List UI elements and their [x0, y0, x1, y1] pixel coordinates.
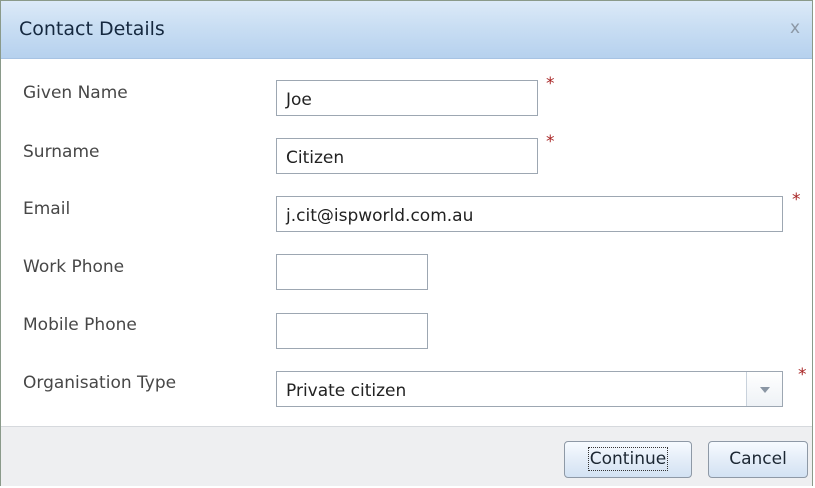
organisation-type-select[interactable]: Private citizen — [276, 371, 783, 407]
email-label: Email — [23, 199, 71, 219]
given-name-required-marker: * — [546, 74, 555, 94]
dialog-footer: Continue Cancel — [1, 426, 812, 486]
given-name-label: Given Name — [23, 83, 128, 103]
organisation-type-value: Private citizen — [286, 381, 407, 401]
organisation-type-required-marker: * — [798, 365, 807, 385]
mobile-phone-input[interactable] — [276, 313, 428, 349]
contact-details-dialog: Contact Details x Given Name Joe * Surna… — [0, 0, 813, 486]
continue-button-label: Continue — [587, 447, 669, 471]
email-required-marker: * — [792, 190, 801, 210]
dialog-title: Contact Details — [19, 18, 165, 40]
continue-button[interactable]: Continue — [564, 441, 692, 478]
close-icon[interactable]: x — [790, 18, 800, 38]
organisation-type-label: Organisation Type — [23, 373, 177, 393]
work-phone-input[interactable] — [276, 254, 428, 290]
dialog-title-bar[interactable]: Contact Details x — [1, 1, 812, 59]
cancel-button-label: Cancel — [729, 449, 787, 469]
cancel-button[interactable]: Cancel — [708, 441, 808, 478]
dropdown-trigger[interactable] — [746, 372, 782, 406]
surname-input[interactable]: Citizen — [276, 138, 538, 174]
mobile-phone-label: Mobile Phone — [23, 315, 137, 335]
given-name-input[interactable]: Joe — [276, 80, 538, 116]
chevron-down-icon — [760, 387, 770, 393]
surname-required-marker: * — [546, 132, 555, 152]
email-input[interactable]: j.cit@ispworld.com.au — [276, 196, 783, 232]
work-phone-label: Work Phone — [23, 257, 125, 277]
surname-label: Surname — [23, 142, 100, 162]
